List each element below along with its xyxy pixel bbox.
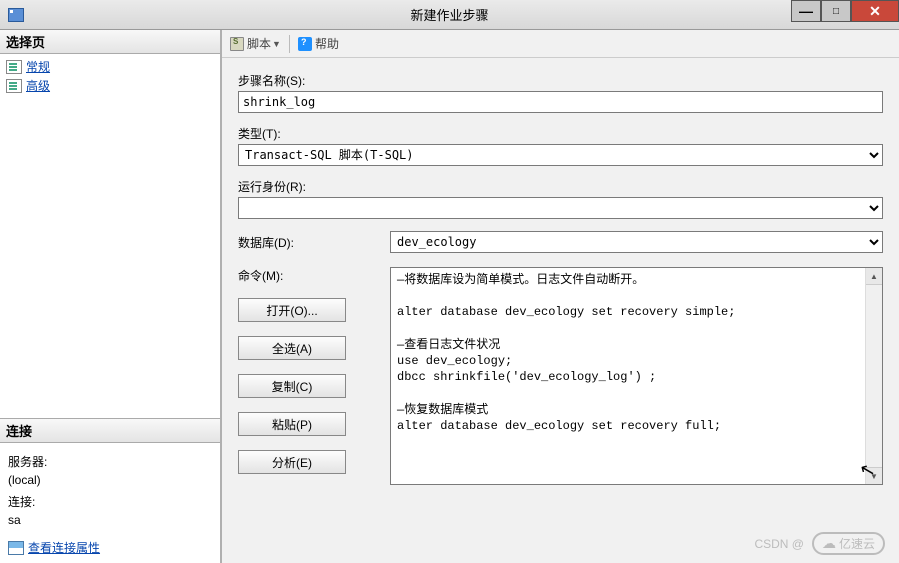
nav-label: 高级 xyxy=(26,77,50,94)
nav-item-advanced[interactable]: 高级 xyxy=(0,76,220,95)
vertical-scrollbar[interactable]: ▲ ▼ xyxy=(865,268,882,484)
maximize-button[interactable]: □ xyxy=(821,0,851,22)
nav-item-general[interactable]: 常规 xyxy=(0,57,220,76)
view-connection-props[interactable]: 查看连接属性 xyxy=(8,539,212,557)
connection-icon xyxy=(8,541,24,555)
page-icon xyxy=(6,79,22,93)
type-select[interactable]: Transact-SQL 脚本(T-SQL) xyxy=(238,144,883,166)
server-label: 服务器: xyxy=(8,453,212,471)
nav-label: 常规 xyxy=(26,58,50,75)
copy-button[interactable]: 复制(C) xyxy=(238,374,346,398)
scroll-up-icon[interactable]: ▲ xyxy=(866,268,882,285)
dropdown-icon: ▼ xyxy=(272,39,281,49)
right-panel: 脚本 ▼ 帮助 步骤名称(S): 类型(T): Transact-SQL 脚本(… xyxy=(222,30,899,563)
window-title: 新建作业步骤 xyxy=(410,5,488,24)
paste-button[interactable]: 粘贴(P) xyxy=(238,412,346,436)
page-icon xyxy=(6,60,22,74)
server-value: (local) xyxy=(8,471,212,489)
left-panel: 选择页 常规 高级 连接 服务器: (local) 连接: sa 查看连接属性 xyxy=(0,30,222,563)
command-row: 命令(M): 打开(O)... 全选(A) 复制(C) 粘贴(P) 分析(E) … xyxy=(238,267,883,485)
app-icon xyxy=(8,8,24,22)
command-textarea[interactable] xyxy=(391,268,865,484)
database-row: 数据库(D): dev_ecology xyxy=(238,231,883,253)
script-dropdown[interactable]: 脚本 ▼ xyxy=(230,35,281,52)
help-icon xyxy=(298,37,312,51)
command-left: 命令(M): 打开(O)... 全选(A) 复制(C) 粘贴(P) 分析(E) xyxy=(238,267,390,485)
toolbar: 脚本 ▼ 帮助 xyxy=(222,30,899,58)
close-button[interactable]: ✕ xyxy=(851,0,899,22)
conn-label: 连接: xyxy=(8,493,212,511)
runas-select[interactable] xyxy=(238,197,883,219)
command-label: 命令(M): xyxy=(238,267,390,284)
type-row: 类型(T): Transact-SQL 脚本(T-SQL) xyxy=(238,125,883,166)
step-name-row: 步骤名称(S): xyxy=(238,72,883,113)
title-bar: 新建作业步骤 — □ ✕ xyxy=(0,0,899,30)
separator xyxy=(289,35,290,53)
form-area: 步骤名称(S): 类型(T): Transact-SQL 脚本(T-SQL) 运… xyxy=(222,58,899,563)
parse-button[interactable]: 分析(E) xyxy=(238,450,346,474)
type-label: 类型(T): xyxy=(238,125,883,142)
connection-body: 服务器: (local) 连接: sa 查看连接属性 xyxy=(0,443,220,563)
command-buttons: 打开(O)... 全选(A) 复制(C) 粘贴(P) 分析(E) xyxy=(238,298,390,474)
step-name-label: 步骤名称(S): xyxy=(238,72,883,89)
connection-section: 连接 服务器: (local) 连接: sa 查看连接属性 xyxy=(0,418,220,563)
help-label: 帮助 xyxy=(315,35,339,52)
view-props-label: 查看连接属性 xyxy=(28,539,100,557)
window-controls: — □ ✕ xyxy=(791,0,899,22)
database-label: 数据库(D): xyxy=(238,234,390,251)
select-page-header: 选择页 xyxy=(0,30,220,54)
conn-value: sa xyxy=(8,511,212,529)
help-button[interactable]: 帮助 xyxy=(298,35,339,52)
runas-row: 运行身份(R): xyxy=(238,178,883,219)
open-button[interactable]: 打开(O)... xyxy=(238,298,346,322)
select-all-button[interactable]: 全选(A) xyxy=(238,336,346,360)
script-label: 脚本 xyxy=(247,35,271,52)
script-icon xyxy=(230,37,244,51)
command-textarea-wrap: ▲ ▼ xyxy=(390,267,883,485)
main-area: 选择页 常规 高级 连接 服务器: (local) 连接: sa 查看连接属性 xyxy=(0,30,899,563)
database-select[interactable]: dev_ecology xyxy=(390,231,883,253)
scroll-down-icon[interactable]: ▼ xyxy=(866,467,882,484)
spacer xyxy=(0,98,220,418)
connection-header: 连接 xyxy=(0,418,220,443)
minimize-button[interactable]: — xyxy=(791,0,821,22)
nav-items: 常规 高级 xyxy=(0,54,220,98)
step-name-input[interactable] xyxy=(238,91,883,113)
runas-label: 运行身份(R): xyxy=(238,178,883,195)
